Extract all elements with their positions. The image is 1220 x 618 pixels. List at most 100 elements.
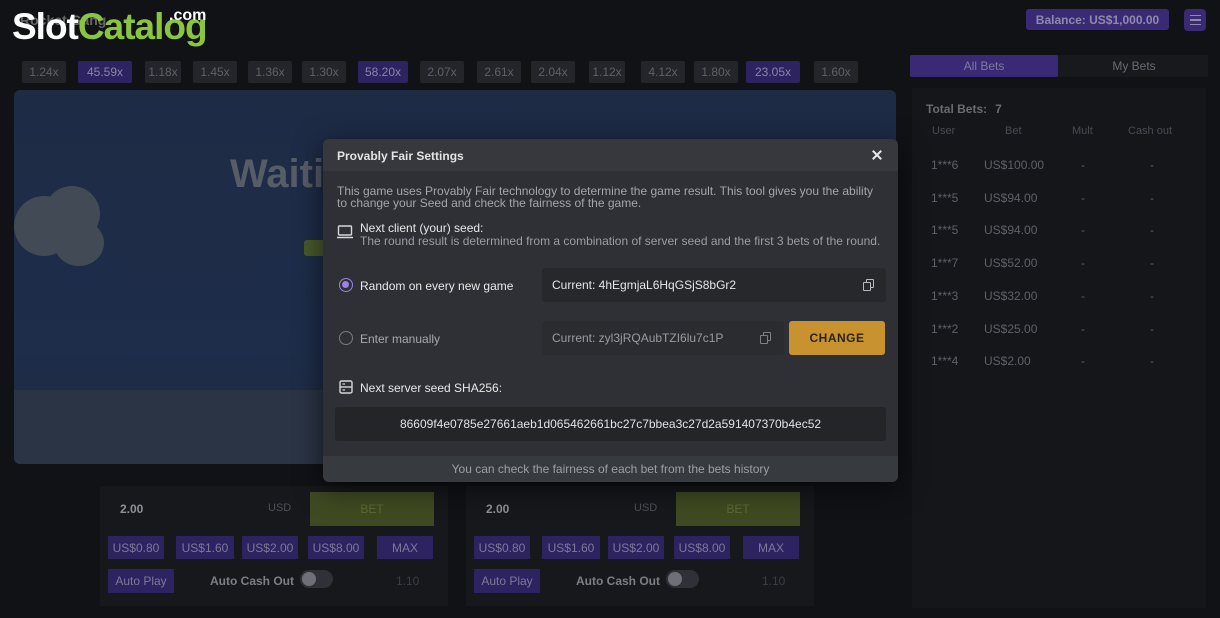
dialog-header: Provably Fair Settings <box>323 139 898 171</box>
bet-mult: - <box>1081 354 1085 369</box>
bet-cashout: - <box>1150 354 1154 369</box>
bet-amount: US$94.00 <box>984 190 1038 205</box>
auto-cash-out-toggle[interactable] <box>300 570 333 588</box>
laptop-icon <box>337 225 353 239</box>
multiplier-chip: 1.12x <box>589 61 625 83</box>
tab-all-bets[interactable]: All Bets <box>910 55 1058 77</box>
random-label[interactable]: Random on every new game <box>360 279 513 293</box>
copy-icon[interactable] <box>863 279 874 291</box>
multiplier-chip: 23.05x <box>746 61 800 83</box>
column-user: User <box>932 125 956 137</box>
change-button[interactable]: CHANGE <box>789 321 885 355</box>
bet-panel: 2.00 USD BET US$0.80 US$1.60 US$2.00 US$8.00 MA… <box>466 486 814 606</box>
quick-bet-button[interactable]: US$2.00 <box>242 536 298 559</box>
dialog-title: Provably Fair Settings <box>337 149 464 163</box>
bet-cashout: - <box>1150 256 1154 271</box>
quick-bet-button[interactable]: US$0.80 <box>108 536 164 559</box>
multiplier-chip: 58.20x <box>358 61 408 83</box>
auto-play-button[interactable]: Auto Play <box>474 569 540 593</box>
column-mult: Mult <box>1072 125 1093 137</box>
column-cashout: Cash out <box>1128 125 1173 137</box>
multiplier-chip: 2.61x <box>477 61 521 83</box>
multiplier-chip: 2.04x <box>531 61 575 83</box>
manual-seed-field: Current: zyl3jRQAubTZI6lu7c1P <box>542 321 784 355</box>
bet-mult: - <box>1081 158 1085 172</box>
bet-mult: - <box>1081 190 1085 205</box>
server-seed-hash: 86609f4e0785e27661aeb1d065462661bc27c7bb… <box>335 407 886 441</box>
manual-radio[interactable] <box>339 331 353 345</box>
total-bets-value: 7 <box>995 102 1002 116</box>
bet-amount: US$94.00 <box>984 223 1038 238</box>
bets-panel: Total Bets: 7 User Bet Mult Cash out 1***… <box>912 88 1206 608</box>
client-seed-title: Next client (your) seed: <box>360 221 484 235</box>
random-radio[interactable] <box>339 278 353 292</box>
manual-seed-value: Current: zyl3jRQAubTZI6lu7c1P <box>552 331 724 345</box>
bet-mult: - <box>1081 256 1085 271</box>
quick-bet-button[interactable]: US$2.00 <box>608 536 664 559</box>
bet-amount: US$32.00 <box>984 288 1038 303</box>
auto-cash-out-toggle[interactable] <box>666 570 699 588</box>
bet-row: 1***7 US$52.00 - - <box>912 256 1206 276</box>
server-seed-title: Next server seed SHA256: <box>360 381 503 395</box>
bet-mult: - <box>1081 288 1085 303</box>
multiplier-chip: 1.30x <box>302 61 346 83</box>
bet-mult: - <box>1081 223 1085 238</box>
bet-row: 1***6 US$100.00 - - <box>912 158 1206 178</box>
bet-button[interactable]: BET <box>676 492 800 526</box>
bet-cashout: - <box>1150 190 1154 205</box>
bet-user: 1***5 <box>931 190 959 205</box>
bet-user: 1***3 <box>931 288 959 303</box>
hamburger-icon[interactable] <box>1184 9 1206 31</box>
bet-button[interactable]: BET <box>310 492 434 526</box>
total-bets-label: Total Bets: <box>926 102 988 116</box>
tab-my-bets[interactable]: My Bets <box>1060 55 1208 77</box>
multiplier-chip: 1.80x <box>694 61 738 83</box>
quick-bet-button[interactable]: US$1.60 <box>176 536 234 559</box>
manual-label[interactable]: Enter manually <box>360 332 440 346</box>
bet-user: 1***5 <box>931 223 959 238</box>
bet-row: 1***5 US$94.00 - - <box>912 191 1206 211</box>
close-icon[interactable] <box>867 145 887 165</box>
quick-bet-button[interactable]: MAX <box>743 536 799 559</box>
random-seed-value: Current: 4hEgmjaL6HqGSjS8bGr2 <box>552 278 737 292</box>
server-icon <box>339 380 353 394</box>
bets-tabs: All Bets My Bets <box>910 55 1208 77</box>
client-seed-description: The round result is determined from a co… <box>360 234 881 248</box>
quick-bet-button[interactable]: US$8.00 <box>308 536 364 559</box>
logo-word-1: Slot <box>12 6 79 47</box>
multiplier-history: 1.24x 45.59x 1.18x 1.45x 1.36x 1.30x 58.20x 2.0… <box>22 61 882 83</box>
bet-cashout: - <box>1150 223 1154 238</box>
balance-badge[interactable]: Balance: US$1,000.00 <box>1026 9 1169 30</box>
bet-cashout: - <box>1150 288 1154 303</box>
quick-bet-button[interactable]: US$0.80 <box>474 536 530 559</box>
bet-cashout: - <box>1150 321 1154 336</box>
cash-out-value[interactable]: 1.10 <box>396 574 419 588</box>
column-bet: Bet <box>1005 125 1022 137</box>
multiplier-chip: 4.12x <box>641 61 685 83</box>
cloud-icon <box>14 186 114 266</box>
quick-bet-button[interactable]: US$1.60 <box>542 536 600 559</box>
random-seed-field: Current: 4hEgmjaL6HqGSjS8bGr2 <box>542 268 886 302</box>
copy-icon[interactable] <box>760 332 771 344</box>
dialog-footer: You can check the fairness of each bet f… <box>323 456 898 482</box>
provably-fair-dialog: Provably Fair Settings This game uses Pr… <box>323 139 898 482</box>
bet-amount: US$2.00 <box>984 354 1031 369</box>
quick-bet-button[interactable]: US$8.00 <box>674 536 730 559</box>
multiplier-chip: 1.45x <box>193 61 237 83</box>
auto-cash-out-label: Auto Cash Out <box>210 574 294 588</box>
cash-out-value[interactable]: 1.10 <box>762 574 785 588</box>
quick-bet-button[interactable]: MAX <box>377 536 433 559</box>
bet-row: 1***3 US$32.00 - - <box>912 289 1206 309</box>
dialog-description: This game uses Provably Fair technology … <box>337 184 874 210</box>
waiting-text: Waiti <box>230 152 325 196</box>
bet-user: 1***6 <box>931 158 959 172</box>
multiplier-chip: 1.18x <box>145 61 181 83</box>
bet-row: 1***4 US$2.00 - - <box>912 354 1206 374</box>
currency-label: USD <box>634 502 658 514</box>
bet-panel: 2.00 USD BET US$0.80 US$1.60 US$2.00 US$8.00 MA… <box>100 486 448 606</box>
auto-play-button[interactable]: Auto Play <box>108 569 174 593</box>
bet-cashout: - <box>1150 158 1154 172</box>
bet-amount: US$52.00 <box>984 256 1038 271</box>
bet-user: 1***4 <box>931 354 959 369</box>
multiplier-chip: 45.59x <box>78 61 132 83</box>
